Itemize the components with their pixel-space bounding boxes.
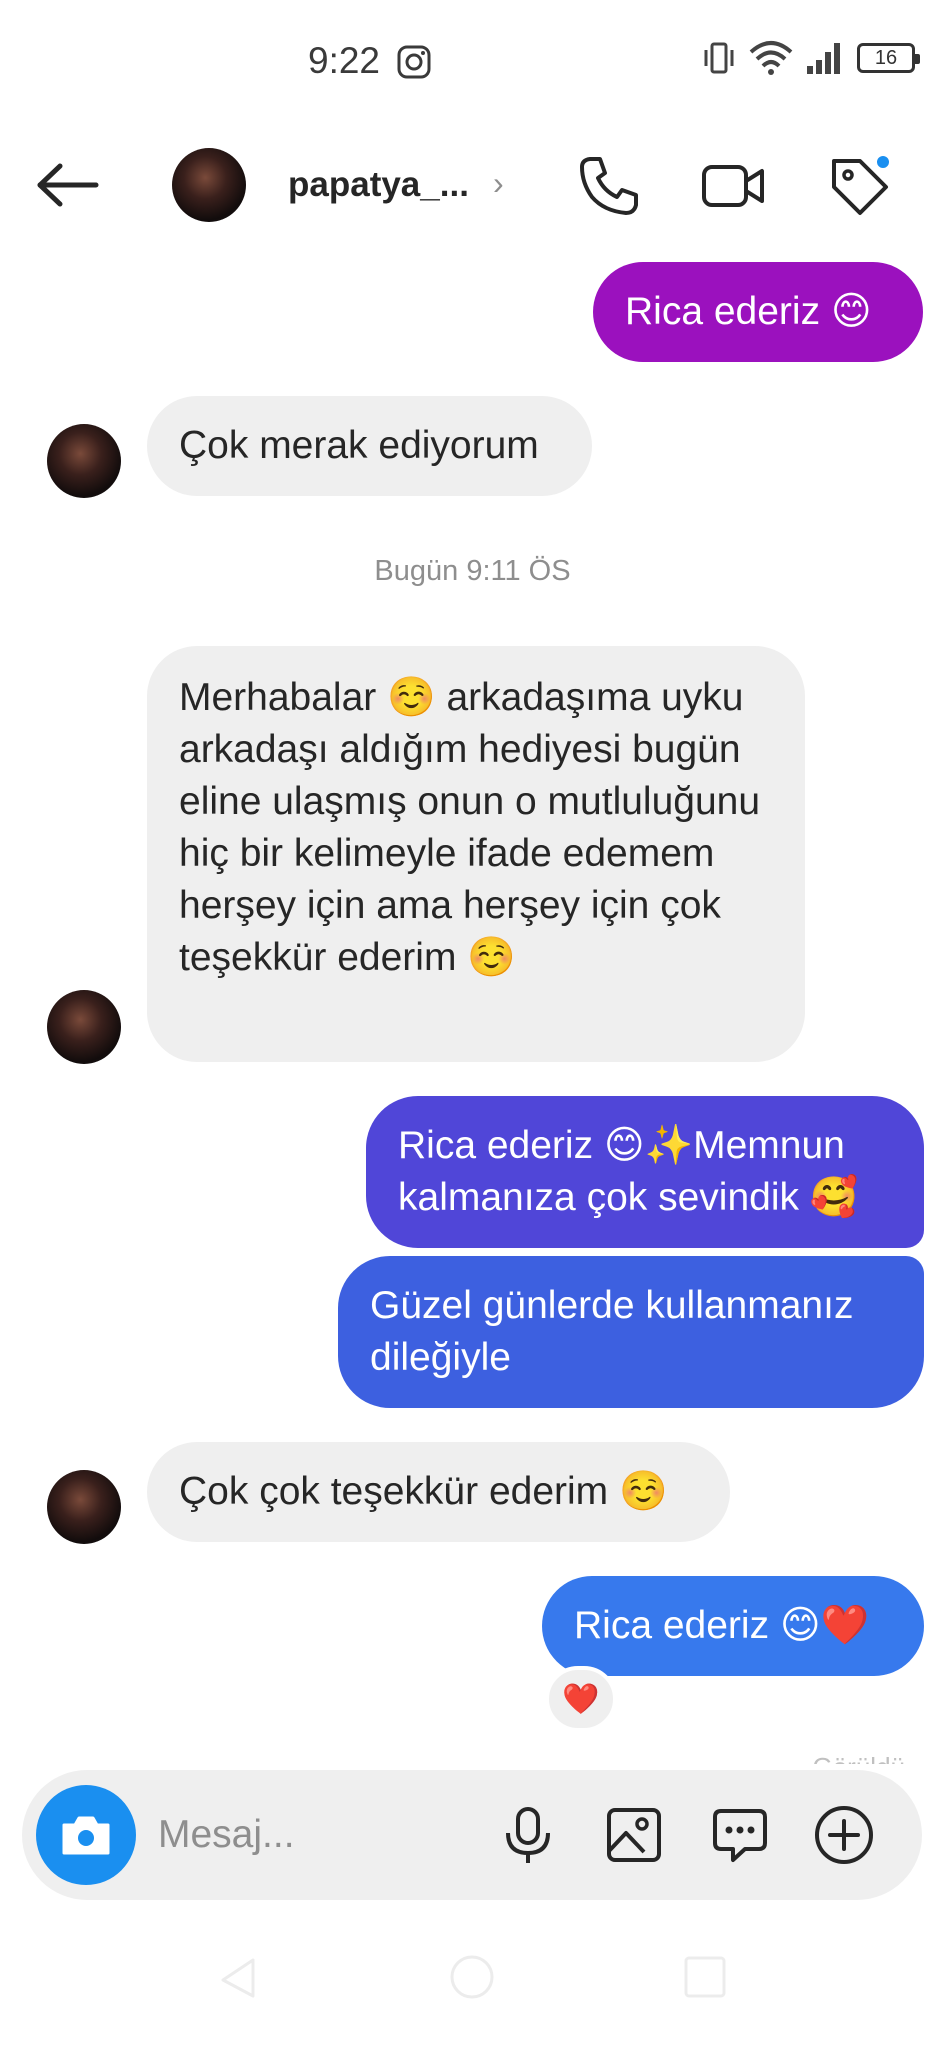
message-bubble-outgoing[interactable]: Rica ederiz 😊✨Memnun kalmanıza çok sevin…	[366, 1096, 924, 1248]
sender-avatar[interactable]	[47, 1470, 121, 1544]
message-text: Çok merak ediyorum	[179, 424, 539, 467]
message-bubble-outgoing[interactable]: Rica ederiz 😊	[593, 262, 923, 362]
camera-icon	[62, 1816, 110, 1855]
heart-reaction[interactable]: ❤️	[545, 1666, 617, 1732]
message-bubble-incoming[interactable]: Merhabalar ☺️ arkadaşıma uyku arkadaşı a…	[147, 646, 805, 1062]
message-composer	[22, 1770, 922, 1900]
battery-icon: 16	[857, 43, 920, 73]
notification-dot	[874, 153, 892, 171]
instagram-icon	[397, 45, 431, 79]
nav-home-icon[interactable]	[447, 1952, 497, 2002]
gallery-button[interactable]	[602, 1803, 666, 1867]
sender-avatar[interactable]	[47, 990, 121, 1064]
microphone-icon	[506, 1807, 550, 1863]
message-bubble-incoming[interactable]: Çok merak ediyorum	[147, 396, 592, 496]
back-button[interactable]	[36, 155, 106, 215]
sticker-icon	[713, 1809, 767, 1862]
sticker-button[interactable]	[708, 1803, 772, 1867]
back-arrow-icon	[37, 163, 99, 207]
seen-indicator: Görüldü	[813, 1752, 906, 1764]
camera-button[interactable]	[36, 1785, 136, 1885]
status-time: 9:22	[308, 40, 381, 81]
voice-call-button[interactable]	[576, 153, 642, 219]
plus-icon	[815, 1806, 873, 1864]
chevron-right-icon[interactable]: ›	[493, 165, 504, 202]
tag-button[interactable]	[826, 153, 892, 219]
chat-header: papatya_... ›	[0, 125, 945, 245]
gallery-icon	[607, 1808, 661, 1862]
signal-icon	[807, 43, 840, 74]
status-icons: 16	[701, 40, 920, 76]
message-bubble-outgoing[interactable]: Güzel günlerde kullanmanız dileğiyle	[338, 1256, 924, 1408]
message-bubble-incoming[interactable]: Çok çok teşekkür ederim ☺️	[147, 1442, 730, 1542]
message-text: Rica ederiz 😊❤️	[574, 1604, 870, 1647]
phone-icon	[580, 157, 638, 215]
video-call-button[interactable]	[700, 153, 766, 219]
message-text: Rica ederiz 😊	[625, 290, 872, 333]
message-text: Merhabalar ☺️ arkadaşıma uyku arkadaşı a…	[179, 676, 761, 979]
contact-avatar[interactable]	[172, 148, 246, 222]
status-bar: 9:22 16	[0, 0, 945, 125]
sender-avatar[interactable]	[47, 424, 121, 498]
message-bubble-outgoing[interactable]: Rica ederiz 😊❤️	[542, 1576, 924, 1676]
message-input[interactable]	[158, 1800, 488, 1870]
wifi-icon	[749, 41, 793, 75]
voice-message-button[interactable]	[496, 1803, 560, 1867]
nav-back-icon[interactable]	[213, 1952, 263, 2002]
message-text: Rica ederiz 😊✨Memnun kalmanıza çok sevin…	[398, 1124, 859, 1219]
video-camera-icon	[702, 165, 764, 207]
nav-recents-icon[interactable]	[680, 1952, 730, 2002]
message-text: Çok çok teşekkür ederim ☺️	[179, 1470, 668, 1513]
vibrate-icon	[704, 42, 734, 74]
more-options-button[interactable]	[812, 1803, 876, 1867]
system-navigation-bar	[0, 1930, 945, 2048]
message-text: Güzel günlerde kullanmanız dileğiyle	[370, 1284, 854, 1379]
contact-username[interactable]: papatya_...	[288, 165, 469, 205]
date-separator: Bugün 9:11 ÖS	[374, 555, 571, 587]
